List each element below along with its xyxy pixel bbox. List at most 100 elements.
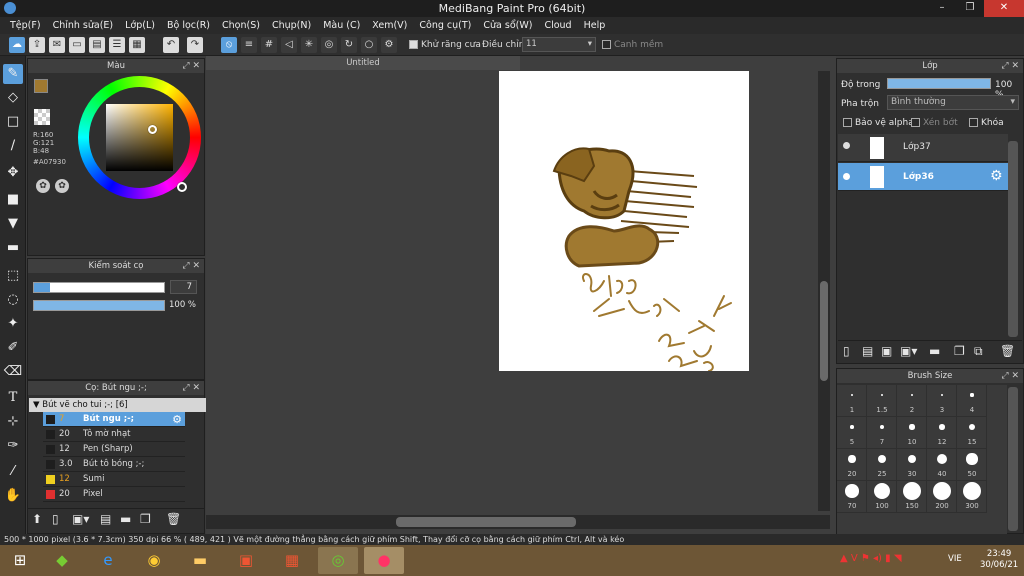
shape-fill-tool-icon[interactable]: ■ <box>3 190 23 210</box>
menu-file[interactable]: Tệp(F) <box>4 20 47 31</box>
gear-icon[interactable]: ⚙ <box>172 412 182 427</box>
clipping-checkbox[interactable] <box>911 118 920 127</box>
input-language[interactable]: VIE <box>948 554 962 564</box>
antialias-toggle[interactable]: Khử răng cưa <box>409 40 481 50</box>
lock-checkbox[interactable] <box>969 118 978 127</box>
main-color-swatch[interactable] <box>34 79 48 93</box>
canvas-vscroll-thumb[interactable] <box>820 281 828 381</box>
medibang-task-icon[interactable]: ● <box>364 547 404 574</box>
document-tab[interactable]: Untitled <box>206 56 520 70</box>
perspective-snap-icon[interactable]: ◁ <box>281 37 297 53</box>
message-icon[interactable]: ▭ <box>69 37 85 53</box>
brush-item[interactable]: 7 Bút ngu ;-; ⚙ <box>43 412 185 427</box>
select-pen-tool-icon[interactable]: ✐ <box>3 338 23 358</box>
text-tool-icon[interactable]: T <box>3 388 23 408</box>
panel-close-icon[interactable]: ⤢ ✕ <box>182 59 200 73</box>
bluestacks-icon[interactable]: ◆ <box>42 547 82 574</box>
bucket-tool-icon[interactable]: ▼ <box>3 214 23 234</box>
brush-item[interactable]: 12 Sumi <box>43 472 185 487</box>
panel-close-icon[interactable]: ⤢ ✕ <box>182 381 200 395</box>
panel-close-icon[interactable]: ⤢ ✕ <box>1001 369 1019 383</box>
share-icon[interactable]: ⇪ <box>29 37 45 53</box>
brush-size-cell[interactable]: 40 <box>927 449 957 481</box>
brush-size-cell[interactable]: 20 <box>837 449 867 481</box>
redo-icon[interactable]: ↷ <box>187 37 203 53</box>
brush-item[interactable]: 20 Tô mờ nhạt <box>43 427 185 442</box>
duplicate-icon[interactable]: ❐ <box>140 512 151 526</box>
edge-toggle[interactable]: Canh mềm <box>602 40 663 50</box>
line-tool-icon[interactable]: ∕ <box>3 136 23 156</box>
magic-wand-tool-icon[interactable]: ✦ <box>3 314 23 334</box>
canvas-horizontal-scrollbar[interactable] <box>206 515 830 529</box>
brush-size-cell[interactable]: 3 <box>927 385 957 417</box>
panel-close-icon[interactable]: ⤢ ✕ <box>1001 59 1019 73</box>
brush-item[interactable]: 12 Pen (Sharp) <box>43 442 185 457</box>
comment-icon[interactable]: ✉ <box>49 37 65 53</box>
operation-tool-icon[interactable]: ⊹ <box>3 412 23 432</box>
drawing-canvas[interactable] <box>499 71 749 372</box>
merge-icon[interactable]: ⧉ <box>974 344 983 359</box>
minimize-button[interactable]: – <box>928 0 956 17</box>
new-brush-icon[interactable]: ▯ <box>52 512 59 526</box>
tray-icons[interactable]: ▲ V ⚑ ◂) ▮ ◥ <box>840 553 902 564</box>
brush-size-cell[interactable]: 100 <box>867 481 897 513</box>
menu-color[interactable]: Màu (C) <box>317 20 366 31</box>
close-button[interactable]: ✕ <box>984 0 1024 17</box>
layer-list-scrollbar[interactable] <box>1008 141 1018 337</box>
duplicate-icon[interactable]: ❐ <box>954 344 965 358</box>
menu-snap[interactable]: Chụp(N) <box>266 20 317 31</box>
brush-size-cell[interactable]: 10 <box>897 417 927 449</box>
new-layer-icon[interactable]: ▯ <box>843 344 850 358</box>
restore-button[interactable]: ❒ <box>956 0 984 17</box>
brush-size-slider[interactable] <box>33 282 165 293</box>
menu-filter[interactable]: Bộ lọc(R) <box>161 20 216 31</box>
brush-size-cell[interactable]: 7 <box>867 417 897 449</box>
brush-size-cell[interactable]: 2 <box>897 385 927 417</box>
ie-icon[interactable]: e <box>88 547 128 574</box>
brush-size-cell[interactable]: 4 <box>957 385 987 417</box>
eye-icon[interactable] <box>843 173 850 180</box>
new-8bit-layer-icon[interactable]: ▣ <box>881 344 892 358</box>
page-icon[interactable]: ▤ <box>89 37 105 53</box>
snap-settings-icon[interactable]: ⚙ <box>381 37 397 53</box>
brush-size-cell[interactable]: 70 <box>837 481 867 513</box>
lock-toggle[interactable]: Khóa <box>969 118 1004 128</box>
eyedropper-tool-icon[interactable]: ⁄ <box>3 462 23 482</box>
layer-row[interactable]: Lớp36 ⚙ <box>838 163 1008 191</box>
lasso-tool-icon[interactable]: ◌ <box>3 290 23 310</box>
brush-size-cell[interactable]: 30 <box>897 449 927 481</box>
chrome-icon[interactable]: ◉ <box>134 547 174 574</box>
menu-cloud[interactable]: Cloud <box>538 20 577 31</box>
edit-brush-icon[interactable]: ▤ <box>100 512 111 526</box>
brush-size-scrollbar[interactable] <box>1008 387 1018 531</box>
brush-size-cell[interactable]: 15 <box>957 417 987 449</box>
trash-icon[interactable]: 🗑 <box>1000 344 1015 358</box>
layer-opacity-slider[interactable] <box>887 78 991 89</box>
app-icon[interactable]: ▦ <box>272 547 312 574</box>
select-rect-tool-icon[interactable]: ⬚ <box>3 266 23 286</box>
hue-picker-handle[interactable] <box>177 182 187 192</box>
brush-size-cell[interactable]: 5 <box>837 417 867 449</box>
eye-icon[interactable] <box>843 142 850 149</box>
palette-icon[interactable]: ✿ <box>36 179 50 193</box>
clock[interactable]: 23:49 30/06/21 <box>980 549 1018 571</box>
cross-snap-icon[interactable]: # <box>261 37 277 53</box>
layer-row[interactable]: Lớp37 <box>838 134 1008 162</box>
curve-snap-icon[interactable]: ↻ <box>341 37 357 53</box>
gear-icon[interactable]: ⚙ <box>990 168 1003 184</box>
divide-tool-icon[interactable]: ✑ <box>3 436 23 456</box>
brush-size-cell[interactable]: 50 <box>957 449 987 481</box>
trash-icon[interactable]: 🗑 <box>166 512 181 526</box>
brush-size-cell[interactable]: 200 <box>927 481 957 513</box>
radial-snap-icon[interactable]: ✳ <box>301 37 317 53</box>
menu-select[interactable]: Chọn(S) <box>216 20 266 31</box>
palette-settings-icon[interactable]: ✿ <box>55 179 69 193</box>
parallel-snap-icon[interactable]: ≡ <box>241 37 257 53</box>
add-layer-menu-icon[interactable]: ▣▾ <box>900 344 917 358</box>
menu-edit[interactable]: Chỉnh sửa(E) <box>47 20 120 31</box>
brush-size-cell[interactable]: 300 <box>957 481 987 513</box>
folder-icon[interactable]: ▬ <box>929 344 940 358</box>
edge-checkbox[interactable] <box>602 40 611 49</box>
eraser-tool-icon[interactable]: ◇ <box>3 88 23 108</box>
protect-alpha-toggle[interactable]: Bảo vệ alpha <box>843 118 914 128</box>
